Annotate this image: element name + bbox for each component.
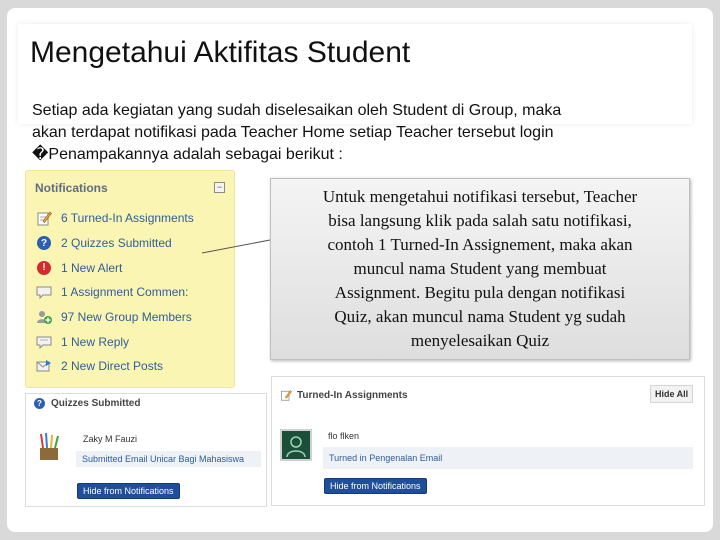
quizzes-submitted-panel: ? Quizzes Submitted Zaky M Fauzi Submitt… bbox=[25, 393, 267, 507]
avatar bbox=[36, 432, 62, 462]
pencil-paper-icon bbox=[280, 389, 292, 401]
submission-text[interactable]: Submitted Email Unicar Bagi Mahasiswa bbox=[76, 451, 261, 467]
hide-from-notifications-button[interactable]: Hide from Notifications bbox=[324, 478, 427, 494]
student-name[interactable]: flo flken bbox=[328, 431, 359, 441]
callout-line: menyelesaikan Quiz bbox=[410, 331, 550, 350]
callout-line: Quiz, akan muncul nama Student yg sudah bbox=[334, 307, 626, 326]
callout-line: bisa langsung klik pada salah satu notif… bbox=[328, 211, 632, 230]
quizzes-panel-title: Quizzes Submitted bbox=[51, 398, 141, 409]
turned-in-panel-title: Turned-In Assignments bbox=[297, 389, 408, 401]
callout-line: Assignment. Begitu pula dengan notifikas… bbox=[334, 283, 626, 302]
student-name[interactable]: Zaky M Fauzi bbox=[83, 434, 137, 444]
question-icon: ? bbox=[34, 398, 45, 409]
turned-in-assignments-panel: Turned-In Assignments Hide All flo flken… bbox=[271, 376, 705, 506]
callout-box: Untuk mengetahui notifikasi tersebut, Te… bbox=[270, 178, 690, 360]
avatar bbox=[280, 429, 312, 461]
callout-line: muncul nama Student yang membuat bbox=[353, 259, 607, 278]
callout-line: Untuk mengetahui notifikasi tersebut, Te… bbox=[322, 187, 638, 206]
callout-line: contoh 1 Turned-In Assignement, maka aka… bbox=[327, 235, 633, 254]
hide-from-notifications-button[interactable]: Hide from Notifications bbox=[77, 483, 180, 499]
submission-text[interactable]: Turned in Pengenalan Email bbox=[323, 447, 693, 469]
turned-in-panel-header: Turned-In Assignments bbox=[280, 389, 408, 401]
hide-all-button[interactable]: Hide All bbox=[650, 385, 694, 403]
quizzes-panel-header: ? Quizzes Submitted bbox=[34, 398, 140, 409]
